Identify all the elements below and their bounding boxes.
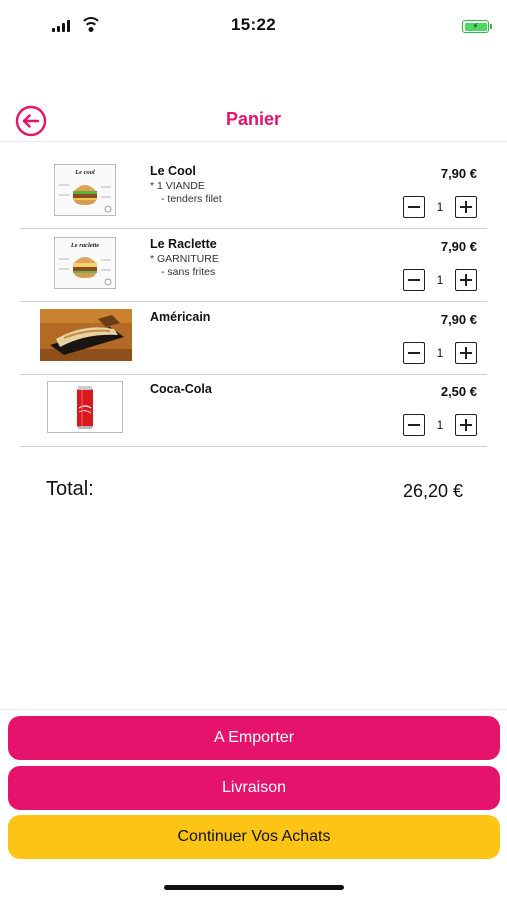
decrease-quantity-button[interactable] xyxy=(403,414,425,436)
nav-bar: Panier xyxy=(0,98,507,142)
livraison-button[interactable]: Livraison xyxy=(8,766,500,810)
increase-quantity-button[interactable] xyxy=(455,342,477,364)
screen: 15:22 ⚡ Panier Le cool Le Cool * 1 VIAND… xyxy=(0,0,507,900)
increase-quantity-button[interactable] xyxy=(455,196,477,218)
decrease-quantity-button[interactable] xyxy=(403,342,425,364)
decrease-quantity-button[interactable] xyxy=(403,196,425,218)
quantity-value: 1 xyxy=(436,273,444,287)
page-title: Panier xyxy=(225,109,282,129)
quantity-stepper: 1 xyxy=(403,414,477,436)
decrease-quantity-button[interactable] xyxy=(403,269,425,291)
increase-quantity-button[interactable] xyxy=(455,269,477,291)
item-price: 7,90 € xyxy=(440,239,477,254)
item-name: Le Raclette xyxy=(150,237,217,251)
cart-item-le-cool: Le cool Le Cool * 1 VIANDE - tenders fil… xyxy=(20,156,487,229)
battery-icon: ⚡ xyxy=(462,20,492,33)
divider xyxy=(0,709,507,710)
quantity-value: 1 xyxy=(436,418,444,432)
quantity-stepper: 1 xyxy=(403,196,477,218)
thumb-caption: Le raclette xyxy=(70,242,99,249)
charging-bolt-icon: ⚡ xyxy=(464,22,487,31)
item-price: 2,50 € xyxy=(440,384,477,399)
item-price: 7,90 € xyxy=(440,312,477,327)
a-emporter-button[interactable]: A Emporter xyxy=(8,716,500,760)
item-option: - tenders filet xyxy=(161,193,222,205)
thumb-caption: Le cool xyxy=(74,169,95,176)
product-image-le-cool: Le cool xyxy=(54,164,116,216)
quantity-stepper: 1 xyxy=(403,269,477,291)
total-label: Total: xyxy=(46,478,94,500)
cart-item-le-raclette: Le raclette Le Raclette * GARNITURE - sa… xyxy=(20,229,487,302)
total-value: 26,20 € xyxy=(402,481,463,501)
product-image-le-raclette: Le raclette xyxy=(54,237,116,289)
cart-item-coca-cola: Coca-Cola 2,50 € 1 xyxy=(20,374,487,447)
quantity-stepper: 1 xyxy=(403,342,477,364)
product-image-coca-cola xyxy=(47,381,123,433)
continuer-achats-button[interactable]: Continuer Vos Achats xyxy=(8,815,500,859)
increase-quantity-button[interactable] xyxy=(455,414,477,436)
quantity-value: 1 xyxy=(436,200,444,214)
status-time: 15:22 xyxy=(231,15,276,34)
item-price: 7,90 € xyxy=(440,166,477,181)
item-option: * GARNITURE xyxy=(150,253,219,265)
quantity-value: 1 xyxy=(436,346,444,360)
cart-item-americain: Américain 7,90 € 1 xyxy=(20,302,487,375)
item-name: Le Cool xyxy=(150,164,196,178)
item-option: - sans frites xyxy=(161,266,216,278)
item-option: * 1 VIANDE xyxy=(150,180,205,192)
product-image-americain xyxy=(40,309,132,361)
status-bar: 15:22 ⚡ xyxy=(0,0,507,52)
item-name: Coca-Cola xyxy=(150,382,212,396)
item-name: Américain xyxy=(150,310,211,324)
home-indicator[interactable] xyxy=(164,885,344,890)
